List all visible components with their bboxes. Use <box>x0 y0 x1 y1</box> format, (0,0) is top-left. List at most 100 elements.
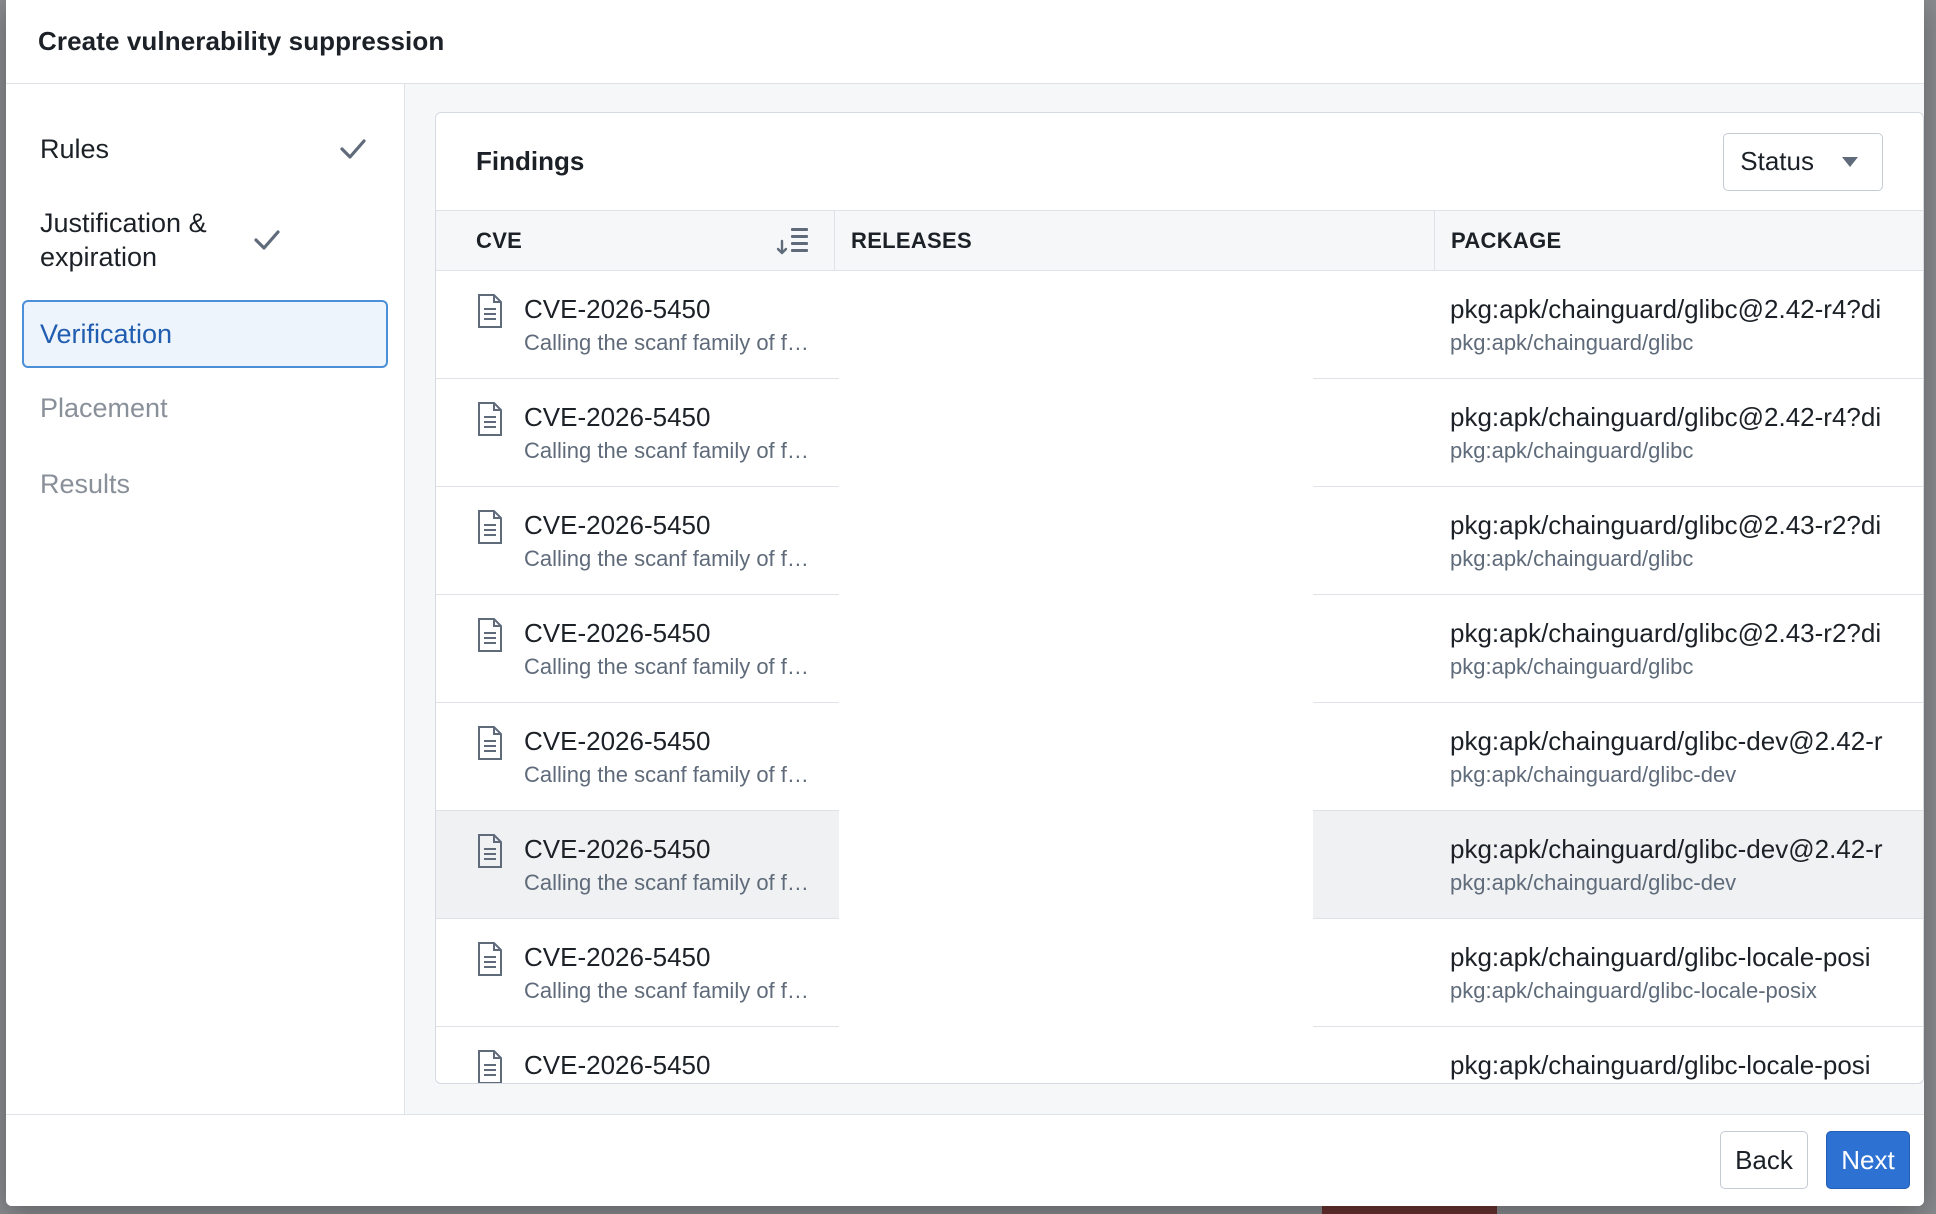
document-icon <box>476 725 504 761</box>
next-button[interactable]: Next <box>1826 1131 1910 1189</box>
sort-descending-icon[interactable] <box>776 225 810 257</box>
document-icon <box>476 617 504 653</box>
cve-cell: CVE-2026-5450 Calling the scanf family of… <box>436 379 839 487</box>
table-header: CVE RELEASES PACKAGE <box>436 211 1923 271</box>
findings-table: CVE RELEASES PACKAGE CVE-2026-5450 Calli… <box>436 211 1923 1083</box>
document-icon <box>476 1049 504 1083</box>
findings-card: Findings Status CVE RELEASES PACKAGE CVE… <box>435 112 1924 1084</box>
package-name: pkg:apk/chainguard/glibc <box>1450 330 1694 355</box>
releases-cell <box>839 919 1313 1027</box>
cve-cell: CVE-2026-5450 Calling the scanf family of… <box>436 487 839 595</box>
document-icon <box>476 509 504 545</box>
cve-id: CVE-2026-5450 <box>524 618 711 648</box>
column-header-package[interactable]: PACKAGE <box>1435 211 1923 270</box>
checkmark-icon <box>250 223 284 257</box>
findings-title: Findings <box>476 146 585 176</box>
cve-id: CVE-2026-5450 <box>524 726 711 756</box>
cve-id: CVE-2026-5450 <box>524 942 711 972</box>
package-name: pkg:apk/chainguard/glibc-locale-posix <box>1450 978 1817 1003</box>
cve-description: Calling the scanf family of f… <box>524 654 809 679</box>
table-row[interactable]: CVE-2026-5450 Calling the scanf family of… <box>436 595 1923 703</box>
releases-cell <box>839 595 1313 703</box>
package-cell: pkg:apk/chainguard/glibc-locale-posi <box>1313 1027 1923 1083</box>
cve-id: CVE-2026-5450 <box>524 294 711 324</box>
step-verification[interactable]: Verification <box>22 300 388 368</box>
package-name: pkg:apk/chainguard/glibc <box>1450 438 1694 463</box>
cve-description: Calling the scanf family of f… <box>524 546 809 571</box>
releases-cell <box>839 271 1313 379</box>
create-suppression-dialog: Create vulnerability suppression Rules J… <box>6 0 1924 1206</box>
column-header-cve[interactable]: CVE <box>436 211 835 270</box>
table-row[interactable]: CVE-2026-5450 Calling the scanf family of… <box>436 487 1923 595</box>
back-button[interactable]: Back <box>1720 1131 1808 1189</box>
package-purl: pkg:apk/chainguard/glibc-dev@2.42-r <box>1450 834 1883 864</box>
releases-cell <box>839 379 1313 487</box>
cve-id: CVE-2026-5450 <box>524 834 711 864</box>
table-row[interactable]: CVE-2026-5450 Calling the scanf family of… <box>436 271 1923 379</box>
column-label: CVE <box>476 227 523 253</box>
caret-down-icon <box>1840 155 1860 169</box>
package-name: pkg:apk/chainguard/glibc-dev <box>1450 762 1737 787</box>
package-purl: pkg:apk/chainguard/glibc-locale-posi <box>1450 942 1871 972</box>
step-rules[interactable]: Rules <box>22 108 388 190</box>
cve-id: CVE-2026-5450 <box>524 1050 711 1080</box>
document-icon <box>476 293 504 329</box>
package-cell: pkg:apk/chainguard/glibc-locale-posi pkg… <box>1313 919 1923 1027</box>
table-row[interactable]: CVE-2026-5450 pkg:apk/chainguard/glibc-l… <box>436 1027 1923 1083</box>
document-icon <box>476 941 504 977</box>
package-cell: pkg:apk/chainguard/glibc@2.42-r4?di pkg:… <box>1313 379 1923 487</box>
package-cell: pkg:apk/chainguard/glibc@2.42-r4?di pkg:… <box>1313 271 1923 379</box>
table-row[interactable]: CVE-2026-5450 Calling the scanf family of… <box>436 919 1923 1027</box>
dialog-title: Create vulnerability suppression <box>38 26 445 56</box>
step-label: Results <box>40 468 131 499</box>
column-label: PACKAGE <box>1451 227 1562 253</box>
cve-cell: CVE-2026-5450 Calling the scanf family of… <box>436 271 839 379</box>
status-filter-label: Status <box>1740 146 1814 176</box>
package-purl: pkg:apk/chainguard/glibc@2.42-r4?di <box>1450 402 1882 432</box>
package-cell: pkg:apk/chainguard/glibc-dev@2.42-r pkg:… <box>1313 703 1923 811</box>
package-purl: pkg:apk/chainguard/glibc-dev@2.42-r <box>1450 726 1883 756</box>
step-label: Placement <box>40 392 168 423</box>
releases-cell <box>839 1027 1313 1083</box>
package-name: pkg:apk/chainguard/glibc <box>1450 546 1694 571</box>
dialog-body: Rules Justification & expiration Verific… <box>6 84 1924 1114</box>
checkmark-icon <box>336 132 370 166</box>
step-placement[interactable]: Placement <box>22 368 388 448</box>
package-cell: pkg:apk/chainguard/glibc-dev@2.42-r pkg:… <box>1313 811 1923 919</box>
step-label: Verification <box>40 318 173 349</box>
step-results[interactable]: Results <box>22 448 388 520</box>
releases-cell <box>839 811 1313 919</box>
cve-cell: CVE-2026-5450 Calling the scanf family of… <box>436 919 839 1027</box>
column-label: RELEASES <box>851 227 972 253</box>
cve-description: Calling the scanf family of f… <box>524 870 809 895</box>
cve-cell: CVE-2026-5450 Calling the scanf family of… <box>436 703 839 811</box>
findings-header: Findings Status <box>436 113 1923 211</box>
releases-cell <box>839 487 1313 595</box>
table-body: CVE-2026-5450 Calling the scanf family of… <box>436 271 1923 1083</box>
table-row[interactable]: CVE-2026-5450 Calling the scanf family of… <box>436 703 1923 811</box>
cve-cell: CVE-2026-5450 Calling the scanf family of… <box>436 811 839 919</box>
wizard-steps: Rules Justification & expiration Verific… <box>6 84 405 1114</box>
verification-panel: Findings Status CVE RELEASES PACKAGE CVE… <box>405 84 1924 1114</box>
table-row-hovered[interactable]: CVE-2026-5450 Calling the scanf family of… <box>436 811 1923 919</box>
step-label: Rules <box>40 133 110 164</box>
package-name: pkg:apk/chainguard/glibc-dev <box>1450 870 1737 895</box>
cve-description: Calling the scanf family of f… <box>524 438 809 463</box>
package-cell: pkg:apk/chainguard/glibc@2.43-r2?di pkg:… <box>1313 595 1923 703</box>
cve-description: Calling the scanf family of f… <box>524 978 809 1003</box>
package-purl: pkg:apk/chainguard/glibc@2.43-r2?di <box>1450 510 1882 540</box>
cve-description: Calling the scanf family of f… <box>524 330 809 355</box>
package-cell: pkg:apk/chainguard/glibc@2.43-r2?di pkg:… <box>1313 487 1923 595</box>
column-header-releases[interactable]: RELEASES <box>835 211 1435 270</box>
package-purl: pkg:apk/chainguard/glibc@2.42-r4?di <box>1450 294 1882 324</box>
step-label: Justification & expiration <box>40 208 207 272</box>
cve-id: CVE-2026-5450 <box>524 510 711 540</box>
package-name: pkg:apk/chainguard/glibc <box>1450 654 1694 679</box>
step-justification-expiration[interactable]: Justification & expiration <box>22 190 388 290</box>
table-row[interactable]: CVE-2026-5450 Calling the scanf family of… <box>436 379 1923 487</box>
cve-cell: CVE-2026-5450 <box>436 1027 839 1083</box>
dialog-header: Create vulnerability suppression <box>6 0 1924 84</box>
dialog-footer: Back Next <box>6 1114 1924 1206</box>
cve-description: Calling the scanf family of f… <box>524 762 809 787</box>
status-filter-dropdown[interactable]: Status <box>1723 132 1883 191</box>
